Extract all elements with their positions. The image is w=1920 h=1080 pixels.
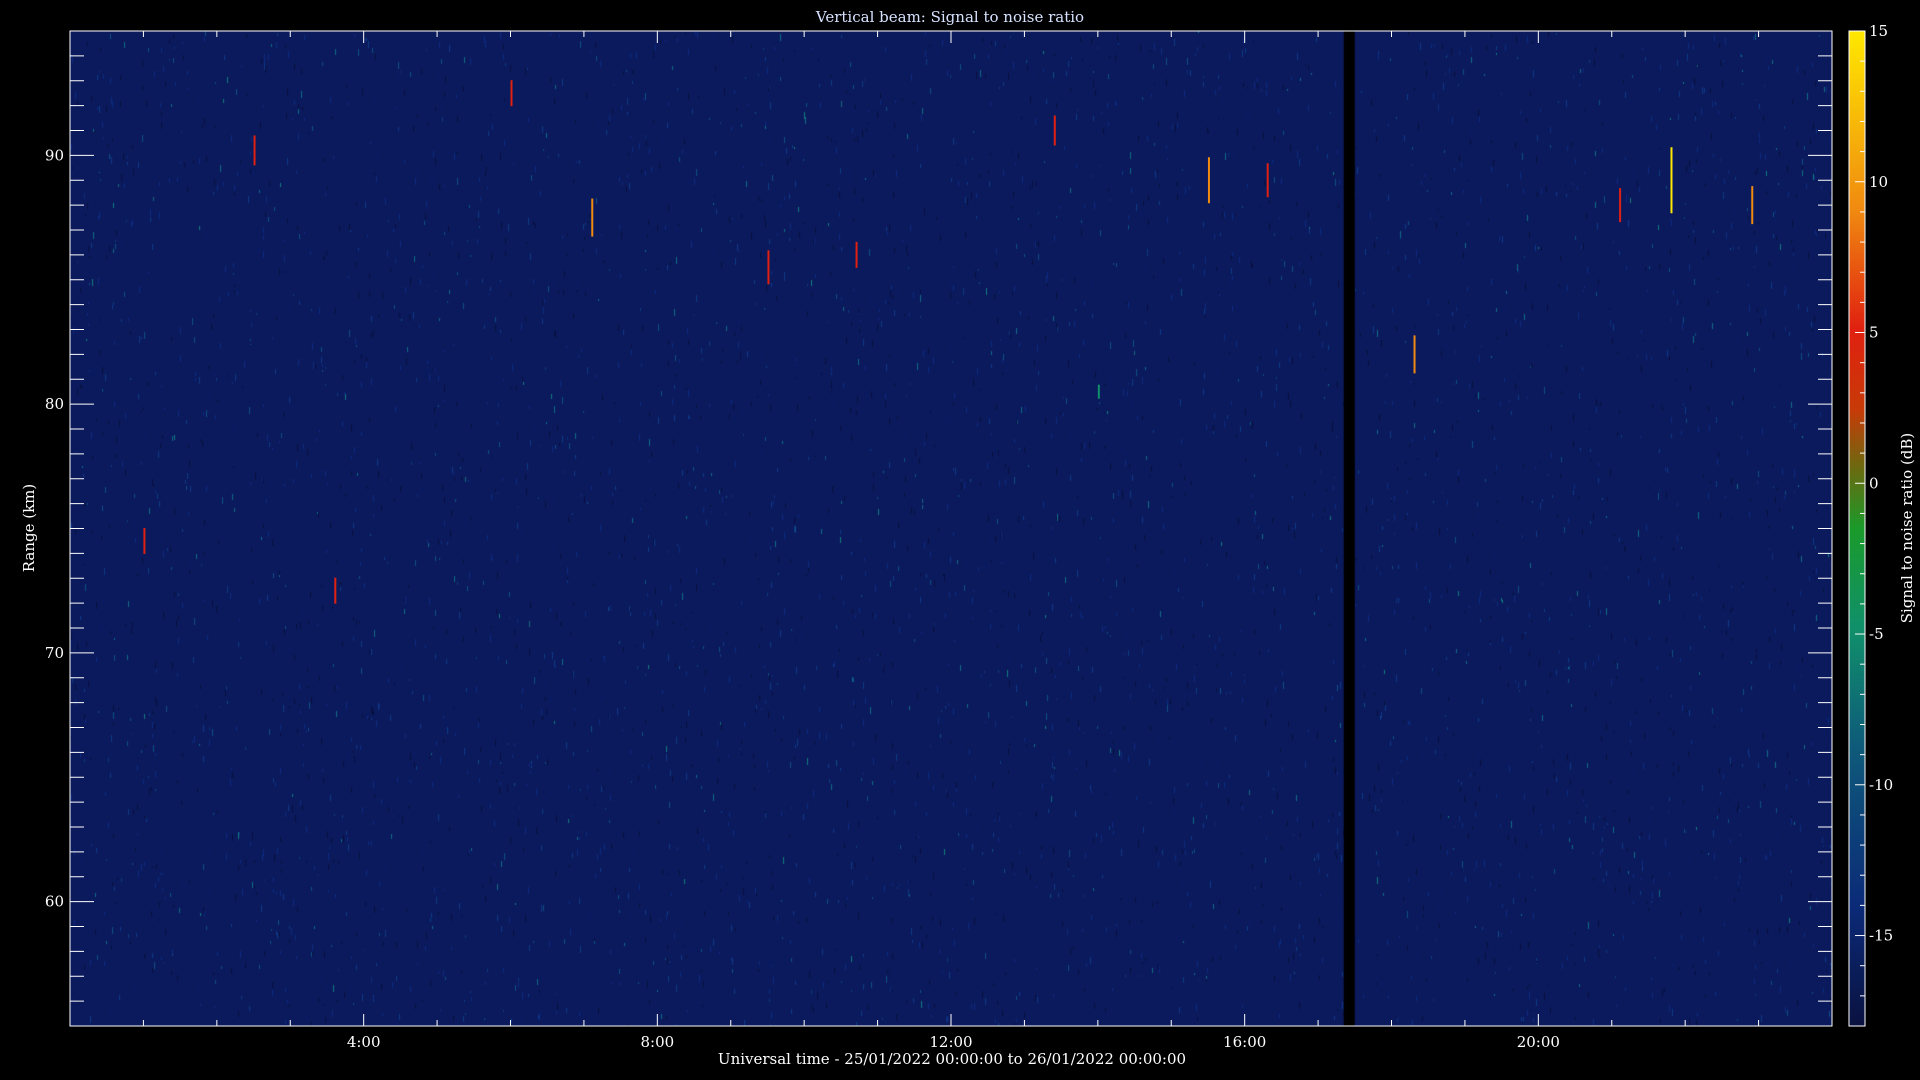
x-tick-label: 8:00 — [640, 1033, 674, 1051]
echo-mark — [1266, 163, 1269, 198]
colorbar-tick-label: -10 — [1869, 776, 1893, 794]
colorbar-tick-label: 10 — [1869, 173, 1888, 191]
y-tick-label: 90 — [45, 146, 64, 164]
echo-mark — [1097, 384, 1100, 399]
echo-mark — [591, 198, 594, 237]
x-tick-label: 20:00 — [1517, 1033, 1560, 1051]
echo-mark — [855, 241, 858, 268]
plot-area — [70, 31, 1832, 1026]
colorbar-tick-label: 0 — [1869, 474, 1879, 492]
echo-mark — [1207, 157, 1210, 204]
colorbar-label: Signal to noise ratio (dB) — [1898, 433, 1916, 624]
echo-mark — [1670, 147, 1673, 214]
colorbar-tick-label: 15 — [1869, 22, 1888, 40]
snr-chart: Vertical beam: Signal to noise ratio 4:0… — [20, 8, 1916, 1068]
x-tick-label: 16:00 — [1223, 1033, 1266, 1051]
x-tick-label: 4:00 — [347, 1033, 381, 1051]
y-axis-label: Range (km) — [20, 484, 38, 573]
echo-mark — [767, 250, 770, 285]
colorbar — [1848, 30, 1866, 1027]
colorbar-tick-label: -15 — [1869, 927, 1893, 945]
colorbar-tick-label: -5 — [1869, 625, 1884, 643]
x-axis-label: Universal time - 25/01/2022 00:00:00 to … — [718, 1050, 1186, 1068]
echo-mark — [334, 577, 337, 604]
echo-mark — [1053, 115, 1056, 146]
x-tick-label: 12:00 — [929, 1033, 972, 1051]
chart-title: Vertical beam: Signal to noise ratio — [815, 8, 1084, 26]
y-tick-label: 80 — [45, 395, 64, 413]
echo-mark — [1619, 188, 1622, 223]
echo-mark — [143, 527, 146, 554]
echo-mark — [253, 135, 256, 166]
colorbar-tick-label: 5 — [1869, 324, 1879, 342]
echo-mark — [1751, 186, 1754, 225]
y-tick-label: 60 — [45, 893, 64, 911]
echo-mark — [510, 80, 513, 107]
snr-noise-field — [70, 31, 1832, 1026]
y-tick-label: 70 — [45, 644, 64, 662]
echo-mark — [1413, 335, 1416, 374]
